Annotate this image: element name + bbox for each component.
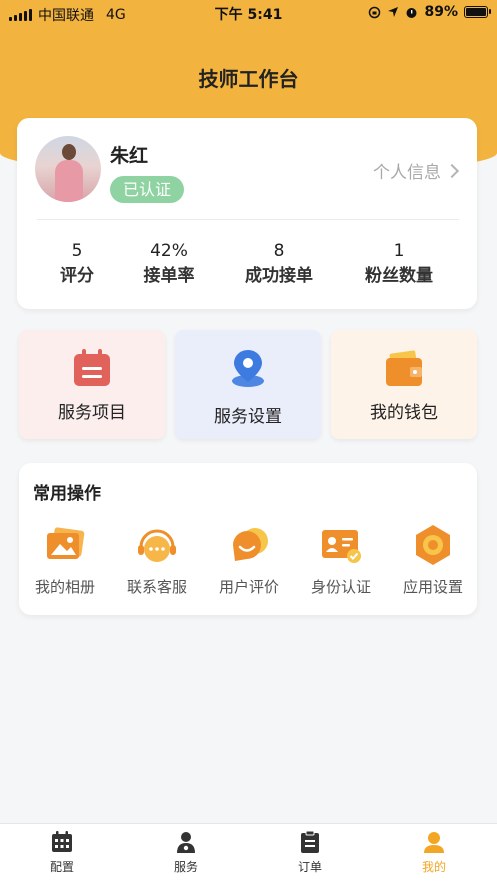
battery-percent: 89% [424, 4, 458, 20]
location-arrow-icon [388, 7, 399, 17]
location-pin-icon [232, 350, 264, 387]
personal-info-label: 个人信息 [373, 163, 441, 183]
tile-label: 服务设置 [214, 407, 282, 427]
user-icon [424, 832, 444, 853]
stat-followers: 1 粉丝数量 [339, 239, 459, 289]
page-title: 技师工作台 [198, 67, 299, 91]
tile-service-settings[interactable]: 服务设置 [175, 330, 321, 439]
tab-config[interactable]: 配置 [0, 830, 124, 875]
tab-orders[interactable]: 订单 [248, 830, 372, 875]
tab-label: 配置 [49, 860, 74, 874]
user-name: 朱红 [110, 145, 149, 167]
id-card-icon [322, 530, 361, 563]
tab-label: 我的 [421, 860, 446, 874]
op-label: 联系客服 [126, 578, 187, 596]
op-app-settings[interactable]: 应用设置 [389, 523, 477, 597]
status-bar: 中国联通 4G 下午 5:41 89% [0, 0, 497, 26]
verified-badge: 已认证 [110, 176, 185, 203]
alarm-icon [406, 7, 417, 18]
chevron-right-icon [444, 163, 460, 178]
op-identity-verification[interactable]: 身份认证 [297, 523, 385, 597]
stat-value: 8 [273, 241, 285, 261]
wallet-icon [386, 350, 422, 386]
common-operations-card: 常用操作 我的相册 联系客服 用户评价 身份认证 应用设置 [19, 463, 477, 615]
person-badge-icon [177, 832, 195, 853]
tab-bar: 配置 服务 订单 我的 [0, 823, 497, 884]
tile-service-items[interactable]: 服务项目 [19, 330, 165, 439]
tile-label: 我的钱包 [370, 403, 438, 423]
stat-value: 42% [150, 241, 188, 261]
divider [37, 219, 459, 220]
op-customer-service[interactable]: 联系客服 [113, 523, 201, 597]
op-my-album[interactable]: 我的相册 [21, 523, 109, 597]
review-icon [233, 528, 268, 561]
stat-value: 1 [393, 241, 405, 261]
tab-service[interactable]: 服务 [124, 830, 248, 875]
calendar-grid-icon [52, 831, 72, 852]
op-label: 我的相册 [34, 578, 95, 596]
stat-label: 接单率 [143, 266, 195, 286]
settings-hexagon-icon [416, 525, 450, 565]
tile-label: 服务项目 [58, 403, 126, 423]
clipboard-icon [301, 830, 319, 853]
op-label: 应用设置 [402, 578, 463, 596]
stat-label: 粉丝数量 [365, 266, 433, 286]
album-icon [47, 527, 85, 559]
orientation-lock-icon [369, 6, 381, 18]
section-title: 常用操作 [33, 484, 101, 504]
stat-acceptance-rate: 42% 接单率 [109, 239, 229, 289]
battery-icon [464, 6, 491, 18]
tab-label: 订单 [297, 860, 322, 874]
op-user-reviews[interactable]: 用户评价 [205, 523, 293, 597]
personal-info-link[interactable]: 个人信息 [373, 158, 460, 183]
op-label: 用户评价 [218, 578, 279, 596]
profile-card: 朱红 已认证 个人信息 5 评分 42% 接单率 8 成功接单 1 粉丝数量 [17, 118, 477, 309]
tab-label: 服务 [173, 860, 198, 874]
stat-successful-orders: 8 成功接单 [219, 239, 339, 289]
customer-service-icon [138, 529, 176, 562]
stats-row: 5 评分 42% 接单率 8 成功接单 1 粉丝数量 [17, 239, 477, 291]
tab-mine[interactable]: 我的 [372, 830, 496, 875]
avatar[interactable] [35, 136, 101, 202]
calendar-icon [74, 349, 110, 386]
tile-wallet[interactable]: 我的钱包 [331, 330, 477, 439]
stat-label: 成功接单 [245, 266, 313, 286]
op-label: 身份认证 [310, 578, 371, 596]
